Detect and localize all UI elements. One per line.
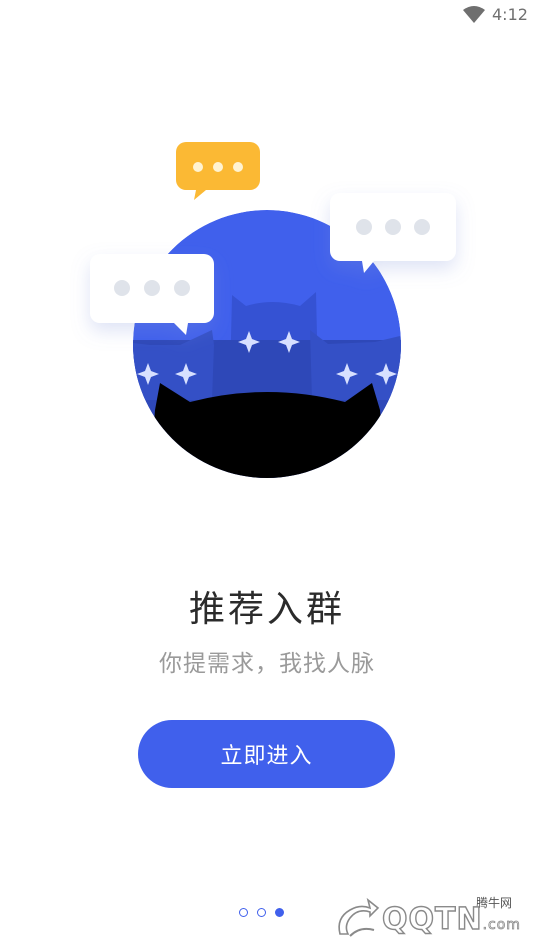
chat-bubble-icon-right: [330, 193, 456, 273]
page-dot-2[interactable]: [257, 908, 266, 917]
watermark-brand-suffix: .com: [482, 917, 521, 934]
chat-bubble-icon-yellow: [176, 142, 260, 200]
chat-bubble-icon-left: [90, 254, 214, 335]
onboarding-illustration: [90, 142, 456, 478]
page-subtitle: 你提需求，我找人脉: [159, 651, 375, 677]
page-title: 推荐入群: [188, 589, 345, 630]
watermark-brand: QQTN.com: [381, 902, 521, 941]
watermark-brand-name: QQTN: [381, 902, 483, 937]
enter-now-button[interactable]: 立即进入: [138, 720, 395, 788]
page-indicator: [239, 908, 284, 920]
watermark-logo-icon: [338, 897, 380, 937]
page-dot-1[interactable]: [239, 908, 248, 917]
page-dot-3-active[interactable]: [275, 908, 284, 917]
watermark: 腾牛网 QQTN.com: [330, 890, 530, 946]
